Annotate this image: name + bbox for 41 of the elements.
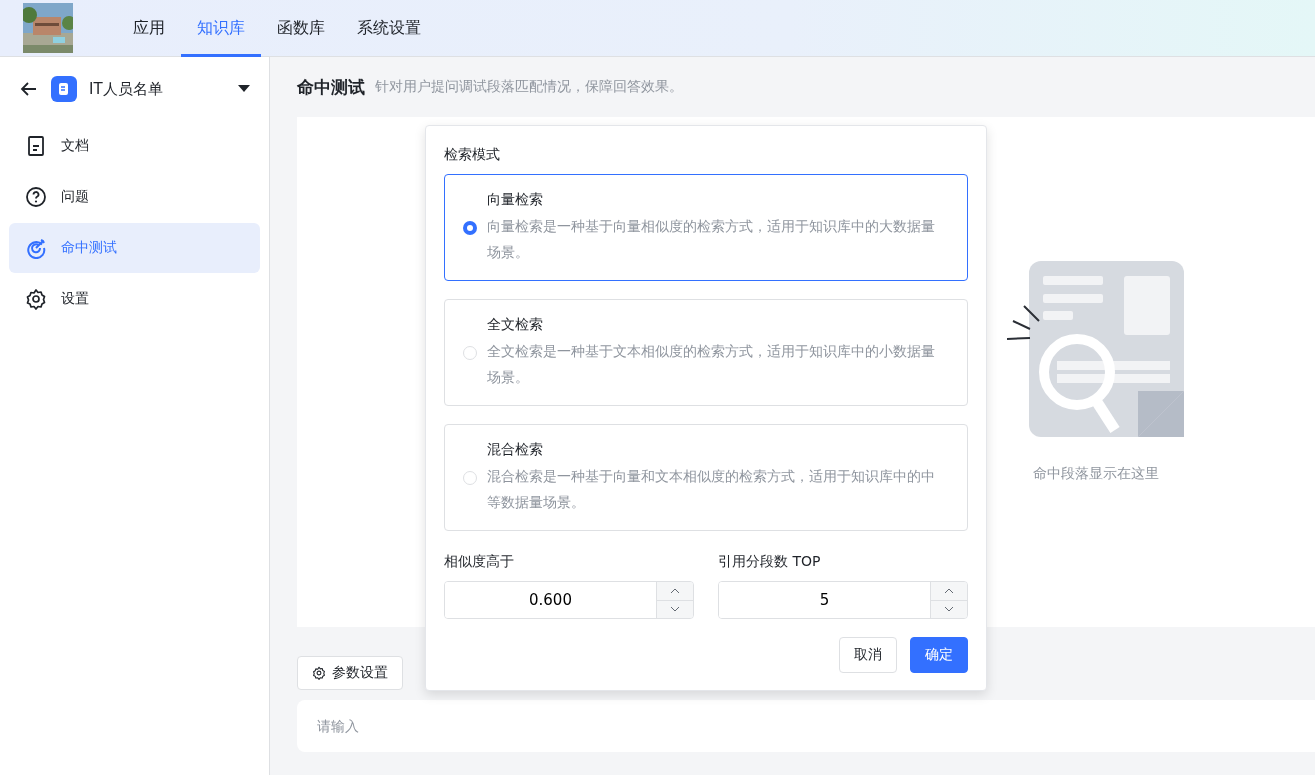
page-title: 命中测试	[297, 75, 365, 99]
dropdown-caret-icon[interactable]	[238, 85, 250, 93]
question-icon	[25, 186, 47, 208]
nav-tab[interactable]: 系统设置	[341, 0, 437, 57]
target-icon	[25, 237, 47, 259]
option-description: 混合检索是一种基于向量和文本相似度的检索方式，适用于知识库中的中等数据量场景。	[487, 466, 936, 512]
option-description: 向量检索是一种基于向量相似度的检索方式，适用于知识库中的大数据量场景。	[487, 216, 936, 262]
settings-icon	[25, 288, 47, 310]
settings-icon	[312, 666, 326, 680]
up-chevron-icon[interactable]	[670, 587, 680, 594]
down-chevron-icon[interactable]	[670, 606, 680, 613]
up-chevron-icon[interactable]	[944, 587, 954, 594]
knowledge-base-icon	[51, 76, 77, 102]
down-chevron-icon[interactable]	[944, 606, 954, 613]
sidebar-item[interactable]: 问题	[9, 172, 260, 222]
search-mode-option[interactable]: 向量检索 向量检索是一种基于向量相似度的检索方式，适用于知识库中的大数据量场景。	[444, 174, 968, 281]
option-description: 全文检索是一种基于文本相似度的检索方式，适用于知识库中的小数据量场景。	[487, 341, 936, 387]
page-subtitle: 针对用户提问调试段落匹配情况，保障回答效果。	[375, 78, 683, 96]
field-label: 相似度高于	[444, 553, 515, 571]
empty-state-text: 命中段落显示在这里	[1033, 465, 1159, 483]
sidebar-item[interactable]: 文档	[9, 121, 260, 171]
radio-button[interactable]	[463, 220, 477, 235]
question-input-field[interactable]: 请输入	[297, 700, 1315, 752]
search-mode-option[interactable]: 混合检索 混合检索是一种基于向量和文本相似度的检索方式，适用于知识库中的中等数据量场景。	[444, 424, 968, 531]
document-icon	[25, 135, 47, 157]
number-input-field[interactable]: 5	[718, 581, 968, 619]
nav-tab[interactable]: 应用	[117, 0, 181, 57]
option-title: 混合检索	[487, 440, 544, 459]
field-label: 检索模式	[444, 146, 501, 164]
search-mode-option[interactable]: 全文检索 全文检索是一种基于文本相似度的检索方式，适用于知识库中的小数据量场景。	[444, 299, 968, 406]
cancel-button[interactable]: 取消	[839, 637, 897, 673]
confirm-button[interactable]: 确定	[910, 637, 968, 673]
nav-tab[interactable]: 函数库	[261, 0, 341, 57]
option-title: 全文检索	[487, 315, 544, 334]
sidebar-item[interactable]: 设置	[9, 274, 260, 324]
parameter-settings-button[interactable]: 参数设置	[297, 656, 403, 690]
sidebar-item[interactable]: 命中测试	[9, 223, 260, 273]
knowledge-base-title: IT人员名单	[89, 79, 164, 99]
number-input-field[interactable]: 0.600	[444, 581, 694, 619]
field-label: 引用分段数 TOP	[718, 553, 822, 571]
option-title: 向量检索	[487, 190, 544, 209]
